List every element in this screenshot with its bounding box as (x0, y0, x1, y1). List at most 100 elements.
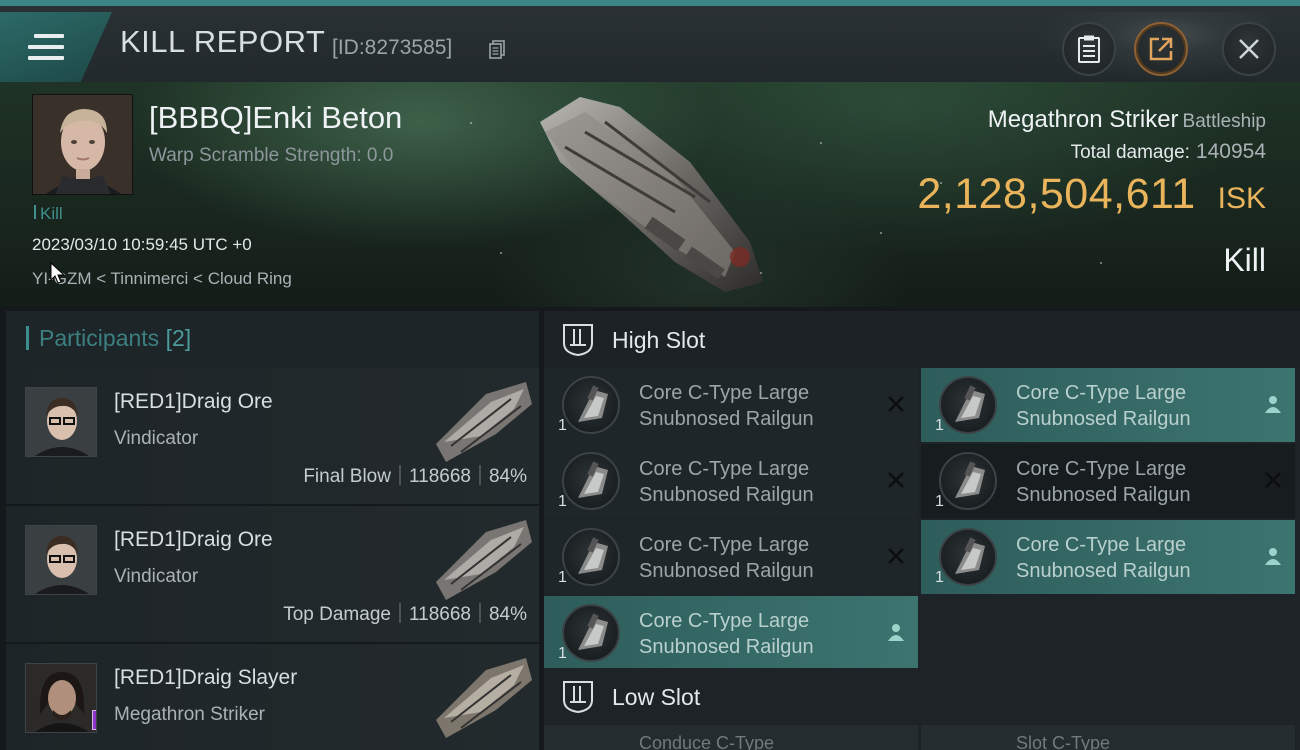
total-damage-value: 140954 (1195, 140, 1266, 163)
close-icon (1239, 39, 1259, 59)
destroyed-icon (888, 472, 904, 488)
share-icon (1149, 37, 1173, 61)
module-item[interactable]: 1 Core C-Type Large Snubnosed Railgun (544, 444, 918, 518)
module-name-partial: Slot C-Type (1016, 733, 1111, 750)
victim-name[interactable]: [BBBQ]Enki Beton (149, 100, 402, 136)
participants-header: Participants [2] (6, 311, 539, 368)
menu-button[interactable] (0, 12, 112, 82)
clipboard-button[interactable] (1062, 22, 1116, 76)
module-name: Core C-Type Large Snubnosed Railgun (1016, 456, 1246, 508)
stats-separator (398, 603, 401, 623)
victim-ship[interactable]: Megathron Striker Battleship (988, 106, 1266, 134)
isk-amount: 2,128,504,611 (917, 170, 1196, 218)
high-slot-header: High Slot (544, 311, 1300, 368)
module-name: Core C-Type Large Snubnosed Railgun (639, 380, 869, 432)
top-bar: KILL REPORT [ID:8273585] (0, 0, 1300, 88)
module-name: Core C-Type Large Snubnosed Railgun (639, 532, 869, 584)
dropped-person-icon (1265, 396, 1281, 413)
module-name-line2: Snubnosed Railgun (639, 484, 814, 506)
high-slot-icon (563, 324, 593, 357)
railgun-icon (939, 452, 997, 510)
participant-damage: 118668 (408, 466, 471, 487)
module-name-line2: Snubnosed Railgun (639, 560, 814, 582)
participant-name[interactable]: [RED1]Draig Ore (114, 390, 273, 414)
participant-avatar (25, 525, 97, 595)
copy-icon[interactable] (489, 40, 505, 59)
module-quantity: 1 (935, 493, 944, 510)
module-name-line2: Snubnosed Railgun (639, 636, 814, 658)
railgun-icon (562, 604, 620, 662)
railgun-icon (939, 528, 997, 586)
result-label: Kill (1223, 242, 1266, 278)
participant-damage: 118668 (408, 604, 471, 625)
participant-name[interactable]: [RED1]Draig Slayer (114, 666, 297, 690)
destroyed-icon (888, 396, 904, 412)
module-item-partial[interactable]: Slot C-Type (921, 725, 1295, 750)
participant-ship: Vindicator (114, 566, 199, 587)
destroyed-icon (1265, 472, 1281, 488)
module-item[interactable]: 1 Core C-Type Large Snubnosed Railgun (921, 368, 1295, 442)
participant-ship-image (436, 520, 532, 600)
railgun-icon (562, 376, 620, 434)
page-title: KILL REPORT (120, 24, 326, 59)
module-name-line2: Snubnosed Railgun (1016, 408, 1191, 430)
victim-ship-class: Battleship (1182, 111, 1266, 132)
share-button[interactable] (1134, 22, 1188, 76)
module-name: Core C-Type Large Snubnosed Railgun (639, 456, 869, 508)
victim-ship-name: Megathron Striker (987, 106, 1179, 133)
participant-row[interactable]: [RED1]Draig Ore Vindicator Top Damage 118… (6, 506, 539, 644)
participant-role: Top Damage (283, 604, 391, 625)
clipboard-icon (1078, 35, 1100, 63)
high-slot-label: High Slot (612, 327, 706, 353)
isk-unit: ISK (1217, 182, 1266, 215)
low-slot-header: Low Slot (544, 668, 1300, 725)
participant-ship: Vindicator (114, 428, 199, 449)
participant-percent: 84% (488, 466, 527, 487)
module-item[interactable]: 1 Core C-Type Large Snubnosed Railgun (921, 444, 1295, 518)
participant-avatar (25, 387, 97, 457)
participant-stats: Final Blow 118668 84% (303, 465, 527, 488)
module-item[interactable]: 1 Core C-Type Large Snubnosed Railgun (544, 368, 918, 442)
module-name-line1: Core C-Type Large (639, 610, 810, 632)
module-item[interactable]: 1 Core C-Type Large Snubnosed Railgun (544, 520, 918, 594)
participant-ship-image (436, 658, 532, 738)
high-slot-grid: 1 Core C-Type Large Snubnosed Railgun 1 C… (544, 368, 1300, 670)
participants-label: Participants (39, 325, 160, 351)
module-name-line2: Snubnosed Railgun (1016, 560, 1191, 582)
participants-count: [2] (165, 325, 192, 351)
module-quantity: 1 (558, 417, 567, 434)
module-item-partial[interactable]: Conduce C-Type (544, 725, 918, 750)
victim-avatar[interactable] (32, 94, 133, 195)
victim-hero: [BBBQ]Enki Beton Warp Scramble Strength:… (0, 82, 1300, 307)
victim-ship-image (540, 97, 763, 292)
module-item[interactable]: 1 Core C-Type Large Snubnosed Railgun (921, 520, 1295, 594)
module-quantity: 1 (935, 417, 944, 434)
module-name-line1: Core C-Type Large (1016, 382, 1187, 404)
isk-value: 2,128,504,611 ISK (917, 170, 1266, 219)
participant-row[interactable]: [RED1]Draig Ore Vindicator Final Blow 118… (6, 368, 539, 506)
module-quantity: 1 (558, 493, 567, 510)
fitting-panel: High Slot 1 Core C-Type Large Snubnosed R… (544, 311, 1300, 750)
kill-location[interactable]: YI-GZM < Tinnimerci < Cloud Ring (32, 269, 292, 289)
menu-icon (28, 34, 64, 67)
module-name-line1: Core C-Type Large (639, 534, 810, 556)
module-name-partial: Conduce C-Type (639, 733, 775, 750)
module-quantity: 1 (558, 569, 567, 586)
module-name-line1: Core C-Type Large (639, 382, 810, 404)
module-name-line2: Snubnosed Railgun (1016, 484, 1191, 506)
low-slot-icon (563, 681, 593, 714)
participant-row[interactable]: i [RED1]Draig Slayer Megathron Striker (6, 644, 539, 750)
module-name-line1: Core C-Type Large (1016, 534, 1187, 556)
module-quantity: 1 (935, 569, 944, 586)
module-name-line1: Core C-Type Large (1016, 458, 1187, 480)
participant-stats: Top Damage 118668 84% (283, 603, 527, 626)
participant-avatar: i (25, 663, 97, 733)
header-accent-bar (26, 326, 29, 350)
participants-panel: Participants [2] [RED1]Draig Ore Vindica… (6, 311, 539, 750)
kill-datetime: 2023/03/10 10:59:45 UTC +0 (32, 235, 252, 254)
module-item[interactable]: 1 Core C-Type Large Snubnosed Railgun (544, 596, 918, 670)
close-button[interactable] (1222, 22, 1276, 76)
stats-separator (398, 465, 401, 485)
participant-name[interactable]: [RED1]Draig Ore (114, 528, 273, 552)
low-slot-label: Low Slot (612, 684, 701, 710)
